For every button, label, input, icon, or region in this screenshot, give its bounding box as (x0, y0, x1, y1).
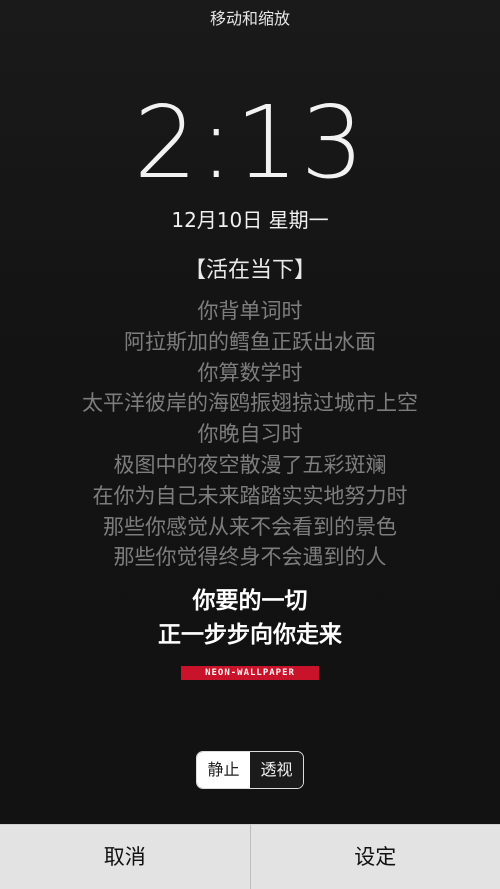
poem-line: 那些你觉得终身不会遇到的人 (113, 545, 387, 570)
poem-line: 极图中的夜空散漫了五彩斑斓 (113, 452, 387, 477)
watermark-logo: NEON-WALLPAPER (181, 666, 319, 680)
poem-line: 那些你感觉从来不会看到的景色 (103, 514, 397, 539)
wallpaper-preview: 移动和缩放 2:13 12月10日 星期一 【活在当下】 你背单词时 阿拉斯加的… (0, 0, 500, 889)
poem-line: 阿拉斯加的鳕鱼正跃出水面 (124, 329, 376, 354)
bottom-action-bar: 取消 设定 (0, 824, 500, 889)
poem-line: 太平洋彼岸的海鸥振翅掠过城市上空 (82, 391, 418, 416)
poem-lines: 你背单词时 阿拉斯加的鳕鱼正跃出水面 你算数学时 太平洋彼岸的海鸥振翅掠过城市上… (0, 296, 500, 573)
poem-line: 你算数学时 (197, 360, 303, 385)
mode-still-option[interactable]: 静止 (197, 752, 250, 788)
cancel-button[interactable]: 取消 (0, 825, 250, 889)
poem-emphasis-line: 你要的一切 (192, 588, 308, 614)
poem-emphasis-line: 正一步步向你走来 (158, 622, 342, 648)
motion-mode-toggle[interactable]: 静止 透视 (196, 751, 304, 789)
set-button[interactable]: 设定 (251, 825, 500, 889)
poem-title: 【活在当下】 (183, 258, 316, 283)
poem-line: 你背单词时 (197, 299, 303, 323)
lockscreen-time: 2:13 (133, 84, 367, 201)
poem-line: 你晚自习时 (197, 422, 303, 447)
mode-perspective-option[interactable]: 透视 (250, 752, 303, 788)
poem-line: 在你为自己未来踏踏实实地努力时 (92, 483, 408, 508)
poem-emphasis: 你要的一切 正一步步向你走来 (0, 584, 500, 652)
header-title: 移动和缩放 (209, 9, 290, 28)
lockscreen-date: 12月10日 星期一 (171, 208, 329, 232)
